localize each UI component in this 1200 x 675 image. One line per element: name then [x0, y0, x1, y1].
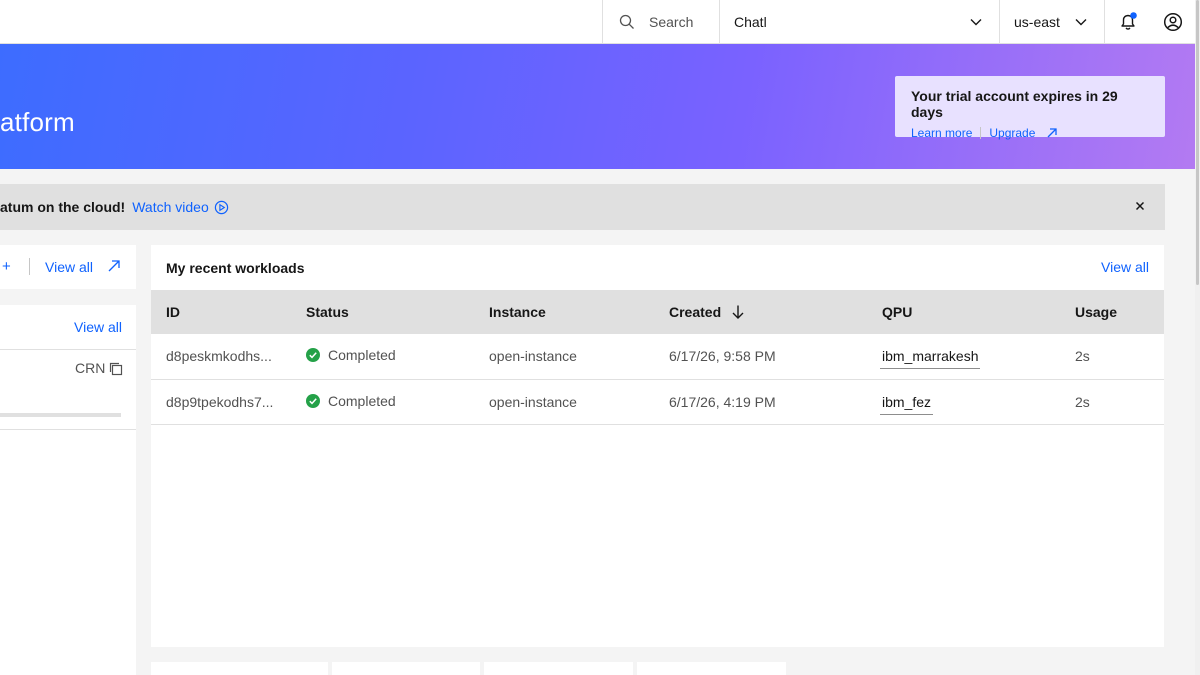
account-switcher[interactable]: Chatl [720, 0, 1000, 43]
column-header-status: Status [291, 290, 474, 334]
status-label: Completed [328, 347, 396, 364]
banner-text: atum on the cloud! [0, 199, 126, 215]
bottom-tile[interactable] [637, 662, 786, 675]
close-icon[interactable] [1133, 199, 1147, 213]
table-header-row: ID Status Instance Created QPU Usage [151, 290, 1164, 334]
sort-created[interactable]: Created [669, 304, 745, 320]
workload-qpu: ibm_fez [867, 379, 1060, 425]
trial-title: Your trial account expires in 29 days [911, 88, 1118, 120]
search-icon [619, 14, 634, 29]
column-header-instance: Instance [474, 290, 654, 334]
workload-instance: open-instance [474, 379, 654, 425]
page-title: atform [0, 107, 75, 137]
workload-id[interactable]: d8peskmkodhs... [151, 334, 291, 380]
hero-banner: atform Your trial account expires in 29 … [0, 44, 1195, 169]
search-button[interactable]: Search [602, 0, 720, 43]
left-card-body [0, 430, 136, 675]
column-header-qpu: QPU [867, 290, 1060, 334]
trial-links: Learn more Upgrade [911, 126, 1149, 140]
page-scrollbar[interactable] [1195, 0, 1200, 675]
watch-video-link[interactable]: Watch video [132, 199, 229, 215]
info-banner: atum on the cloud! Watch video [0, 184, 1165, 230]
arrow-up-right-icon[interactable] [107, 259, 121, 273]
qpu-link[interactable]: ibm_fez [880, 393, 934, 415]
watch-video-label: Watch video [132, 199, 209, 215]
top-bar: Search Chatl us-east [0, 0, 1200, 44]
column-header-created[interactable]: Created [654, 290, 867, 334]
table-row[interactable]: d8p9tpekodhs7... Completed open-instance… [151, 379, 1164, 425]
instance-card: View all CRN [0, 305, 136, 430]
workload-status: Completed [291, 334, 474, 380]
usage-progress-bar [0, 413, 121, 417]
search-label: Search [649, 13, 694, 30]
upgrade-link[interactable]: Upgrade [989, 126, 1035, 140]
workload-status: Completed [291, 379, 474, 425]
table-row[interactable]: d8peskmkodhs... Completed open-instance … [151, 334, 1164, 380]
workload-usage: 2s [1060, 334, 1164, 380]
workload-created: 6/17/26, 4:19 PM [654, 379, 867, 425]
workload-created: 6/17/26, 9:58 PM [654, 334, 867, 380]
left-card-header: + View all [0, 245, 136, 289]
qpu-link[interactable]: ibm_marrakesh [880, 348, 981, 370]
workloads-title: My recent workloads [166, 260, 305, 276]
notifications-button[interactable] [1105, 0, 1151, 43]
workload-usage: 2s [1060, 379, 1164, 425]
divider [0, 349, 136, 350]
view-all-workloads-link[interactable]: View all [1101, 259, 1149, 275]
workload-id[interactable]: d8p9tpekodhs7... [151, 379, 291, 425]
bottom-tile[interactable] [151, 662, 328, 675]
created-label: Created [669, 304, 722, 320]
view-all-link[interactable]: View all [45, 259, 93, 275]
copy-icon[interactable] [108, 361, 124, 377]
recent-workloads-card: My recent workloads View all ID Status I… [151, 245, 1164, 647]
add-button[interactable]: + [2, 258, 11, 275]
crn-label: CRN [75, 360, 106, 376]
chevron-down-icon [970, 18, 982, 25]
divider [980, 127, 982, 139]
workload-qpu: ibm_marrakesh [867, 334, 1060, 380]
arrow-down-icon [732, 305, 744, 319]
learn-more-link[interactable]: Learn more [911, 126, 972, 140]
play-icon [214, 200, 228, 214]
arrow-up-right-icon[interactable] [1045, 126, 1059, 140]
bottom-tile[interactable] [332, 662, 480, 675]
divider [29, 258, 30, 275]
region-switcher[interactable]: us-east [1000, 0, 1105, 43]
scrollbar-thumb[interactable] [1196, 0, 1199, 285]
account-label: Chatl [734, 13, 767, 30]
status-label: Completed [328, 392, 396, 409]
trial-notice: Your trial account expires in 29 days Le… [895, 76, 1165, 140]
user-profile-button[interactable] [1151, 0, 1195, 43]
chevron-down-icon [1075, 18, 1087, 25]
view-all-link[interactable]: View all [74, 319, 122, 335]
bell-icon [1121, 11, 1137, 30]
checkmark-filled-icon [306, 348, 320, 363]
workload-instance: open-instance [474, 334, 654, 380]
user-avatar-icon [1163, 12, 1183, 31]
checkmark-filled-icon [306, 393, 320, 408]
region-label: us-east [1014, 13, 1060, 30]
column-header-id: ID [151, 290, 291, 334]
workloads-table: ID Status Instance Created QPU Usage d8p… [151, 290, 1164, 425]
column-header-usage: Usage [1060, 290, 1164, 334]
bottom-tile[interactable] [484, 662, 633, 675]
